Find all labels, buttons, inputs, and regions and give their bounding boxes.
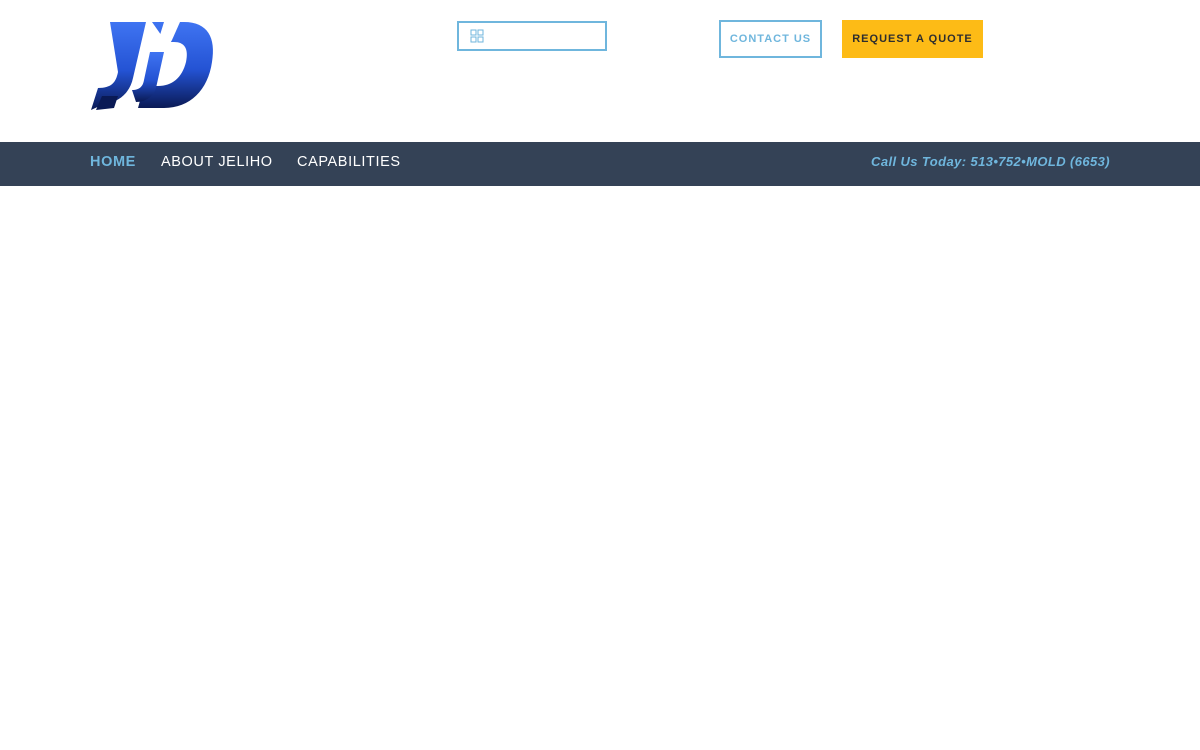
- nav-item-about[interactable]: ABOUT JELIHO: [161, 142, 273, 186]
- nav-item-capabilities[interactable]: CAPABILITIES: [297, 142, 401, 186]
- main-content: [0, 186, 1200, 750]
- page: CONTACT US REQUEST A QUOTE HOME ABOUT JE…: [0, 0, 1200, 750]
- main-nav: HOME ABOUT JELIHO CAPABILITIES Call Us T…: [0, 142, 1200, 186]
- header: CONTACT US REQUEST A QUOTE: [0, 0, 1200, 142]
- search-box: [457, 21, 607, 51]
- logo-icon: [91, 22, 213, 110]
- logo[interactable]: [88, 18, 218, 112]
- request-quote-button[interactable]: REQUEST A QUOTE: [842, 20, 983, 58]
- phone-number: Call Us Today: 513•752•MOLD (6653): [871, 154, 1110, 169]
- search-input[interactable]: [491, 26, 599, 46]
- contact-us-button[interactable]: CONTACT US: [719, 20, 822, 58]
- search-icon[interactable]: [469, 28, 485, 44]
- nav-item-home[interactable]: HOME: [90, 142, 136, 186]
